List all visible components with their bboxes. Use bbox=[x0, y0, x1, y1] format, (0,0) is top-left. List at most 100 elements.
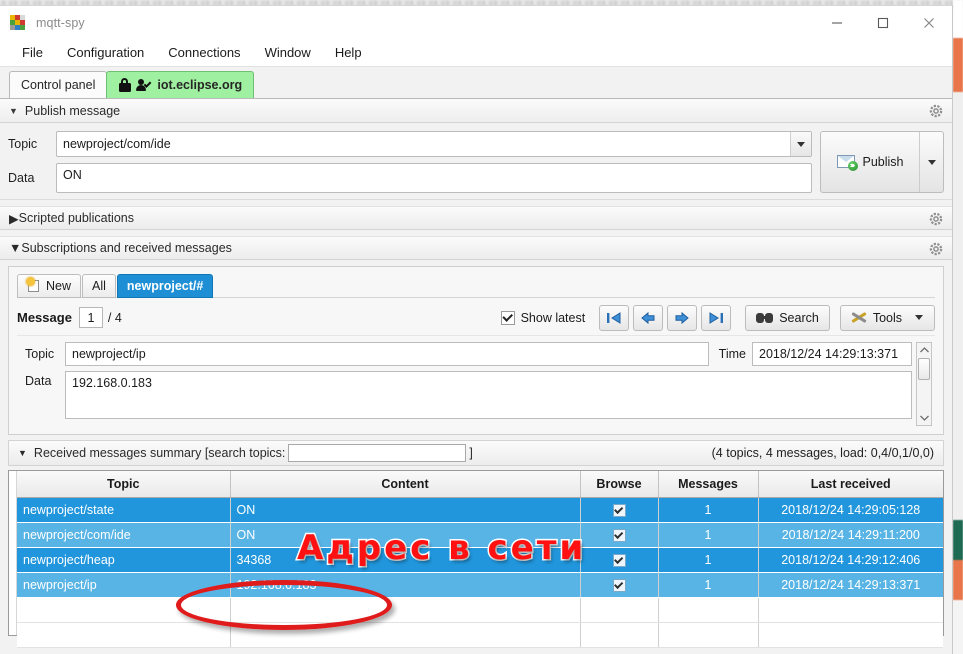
nav-last-button[interactable] bbox=[701, 304, 732, 331]
menu-item-configuration[interactable]: Configuration bbox=[55, 41, 156, 64]
screenshot-root: mqtt-spy File Configuration Connections … bbox=[0, 0, 963, 654]
cell-browse[interactable] bbox=[580, 547, 659, 573]
publish-message-title: Publish message bbox=[24, 103, 121, 118]
column-header-last-received[interactable]: Last received bbox=[758, 471, 943, 498]
subscription-tab-new[interactable]: New bbox=[17, 274, 82, 298]
tools-button[interactable]: Tools bbox=[839, 304, 935, 331]
publish-envelope-icon bbox=[836, 154, 858, 171]
subscriptions-title: Subscriptions and received messages bbox=[21, 241, 232, 255]
browse-checkbox-icon[interactable] bbox=[612, 578, 626, 592]
collapse-triangle-icon: ▼ bbox=[9, 241, 22, 255]
received-summary-header[interactable]: ▼ Received messages summary [search topi… bbox=[8, 440, 944, 466]
column-header-content[interactable]: Content bbox=[230, 471, 581, 498]
scroll-up-arrow-icon[interactable] bbox=[919, 343, 929, 357]
nav-first-button[interactable] bbox=[599, 304, 630, 331]
background-strip-right bbox=[953, 0, 963, 654]
publish-data-row: Data ON bbox=[8, 163, 812, 193]
cell-browse[interactable] bbox=[580, 572, 659, 598]
subscription-tab-newproject[interactable]: newproject/# bbox=[116, 274, 214, 298]
message-label: Message bbox=[17, 310, 72, 325]
cell-last-received: 2018/12/24 14:29:13:371 bbox=[758, 572, 943, 598]
show-latest-checkbox[interactable]: Show latest bbox=[500, 310, 586, 325]
gear-icon[interactable] bbox=[929, 242, 943, 256]
scrollbar-thumb[interactable] bbox=[918, 358, 930, 380]
publish-topic-row: Topic newproject/com/ide bbox=[8, 131, 812, 157]
cell-messages: 1 bbox=[658, 522, 759, 548]
cell-browse[interactable] bbox=[580, 522, 659, 548]
chevron-down-icon bbox=[797, 141, 805, 147]
subscriptions-pane-header[interactable]: ▼ Subscriptions and received messages bbox=[0, 236, 952, 260]
subscription-tab-all-label: All bbox=[92, 279, 106, 293]
table-row[interactable]: newproject/state ON 1 2018/12/24 14:29:0… bbox=[17, 497, 943, 523]
table-row[interactable]: newproject/heap 34368 1 2018/12/24 14:29… bbox=[17, 547, 943, 573]
checkbox-icon bbox=[500, 310, 515, 325]
tab-iot-eclipse-org[interactable]: iot.eclipse.org bbox=[106, 71, 255, 98]
collapse-triangle-icon: ▼ bbox=[18, 448, 27, 458]
show-latest-label: Show latest bbox=[520, 310, 586, 325]
subscription-tab-all[interactable]: All bbox=[82, 274, 116, 298]
column-header-browse[interactable]: Browse bbox=[580, 471, 659, 498]
detail-topic-row: Topic newproject/ip Time 2018/12/24 14:2… bbox=[17, 342, 914, 366]
cell-topic: newproject/state bbox=[17, 497, 231, 523]
tab-control-panel[interactable]: Control panel bbox=[9, 71, 108, 98]
table-row[interactable]: newproject/ip 192.168.0.183 1 2018/12/24… bbox=[17, 572, 943, 598]
menu-item-file[interactable]: File bbox=[10, 41, 55, 64]
tools-dropdown-button[interactable] bbox=[908, 315, 930, 320]
publish-topic-dropdown-button[interactable] bbox=[790, 132, 811, 156]
menu-item-window[interactable]: Window bbox=[253, 41, 323, 64]
scroll-down-arrow-icon[interactable] bbox=[919, 411, 929, 425]
search-topics-input[interactable] bbox=[288, 444, 467, 462]
publish-data-input[interactable]: ON bbox=[56, 163, 812, 193]
search-button[interactable]: Search bbox=[745, 304, 830, 331]
message-detail-scrollbar[interactable] bbox=[916, 342, 932, 426]
browse-checkbox-icon[interactable] bbox=[612, 503, 626, 517]
scripted-publications-pane-header[interactable]: ▶ Scripted publications bbox=[0, 206, 952, 230]
close-button[interactable] bbox=[906, 6, 952, 39]
publish-topic-input[interactable]: newproject/com/ide bbox=[57, 132, 790, 156]
tab-iot-eclipse-org-label: iot.eclipse.org bbox=[157, 78, 243, 92]
table-header-row: Topic Content Browse Messages Last recei… bbox=[17, 471, 943, 498]
publish-button[interactable]: Publish bbox=[821, 132, 919, 192]
message-index-input[interactable]: 1 bbox=[78, 307, 103, 328]
cell-messages: 1 bbox=[658, 497, 759, 523]
detail-time-input[interactable]: 2018/12/24 14:29:13:371 bbox=[752, 342, 912, 366]
expand-triangle-icon: ▶ bbox=[9, 211, 19, 226]
detail-topic-input[interactable]: newproject/ip bbox=[65, 342, 709, 366]
browse-checkbox-icon[interactable] bbox=[612, 553, 626, 567]
gear-icon[interactable] bbox=[929, 104, 943, 118]
subscription-tab-new-label: New bbox=[46, 279, 72, 293]
nav-previous-button[interactable] bbox=[633, 304, 664, 331]
cell-messages: 1 bbox=[658, 572, 759, 598]
minimize-button[interactable] bbox=[814, 6, 860, 39]
detail-data-label: Data bbox=[25, 374, 52, 388]
maximize-button[interactable] bbox=[860, 6, 906, 39]
gear-icon[interactable] bbox=[929, 212, 943, 226]
table-row[interactable]: newproject/com/ide ON 1 2018/12/24 14:29… bbox=[17, 522, 943, 548]
received-summary-stats: (4 topics, 4 messages, load: 0,4/0,1/0,0… bbox=[711, 446, 934, 460]
table-row-empty bbox=[17, 597, 943, 623]
cell-topic: newproject/heap bbox=[17, 547, 231, 573]
publish-message-pane-header[interactable]: ▼ Publish message bbox=[0, 99, 952, 123]
browse-checkbox-icon[interactable] bbox=[612, 528, 626, 542]
menu-item-help[interactable]: Help bbox=[323, 41, 374, 64]
message-detail: Topic newproject/ip Time 2018/12/24 14:2… bbox=[17, 335, 935, 434]
nav-next-button[interactable] bbox=[667, 304, 698, 331]
column-header-messages[interactable]: Messages bbox=[658, 471, 759, 498]
mqtt-spy-window: mqtt-spy File Configuration Connections … bbox=[0, 5, 953, 654]
publish-topic-label: Topic bbox=[8, 137, 38, 151]
search-button-label: Search bbox=[779, 310, 819, 325]
menu-item-connections[interactable]: Connections bbox=[156, 41, 252, 64]
column-header-topic[interactable]: Topic bbox=[17, 471, 231, 498]
cell-content: 192.168.0.183 bbox=[230, 572, 581, 598]
binoculars-search-icon bbox=[756, 312, 774, 324]
detail-data-input[interactable]: 192.168.0.183 bbox=[65, 371, 912, 419]
cell-browse[interactable] bbox=[580, 497, 659, 523]
subscription-tab-newproject-label: newproject/# bbox=[126, 279, 204, 293]
publish-dropdown-button[interactable] bbox=[919, 132, 943, 192]
received-summary-title-close: ] bbox=[469, 446, 473, 460]
publish-topic-combo[interactable]: newproject/com/ide bbox=[56, 131, 812, 157]
new-page-icon bbox=[26, 277, 41, 293]
received-summary-title: Received messages summary [search topics… bbox=[33, 446, 286, 460]
mqtt-spy-icon bbox=[9, 14, 26, 31]
table-row-empty bbox=[17, 622, 943, 648]
